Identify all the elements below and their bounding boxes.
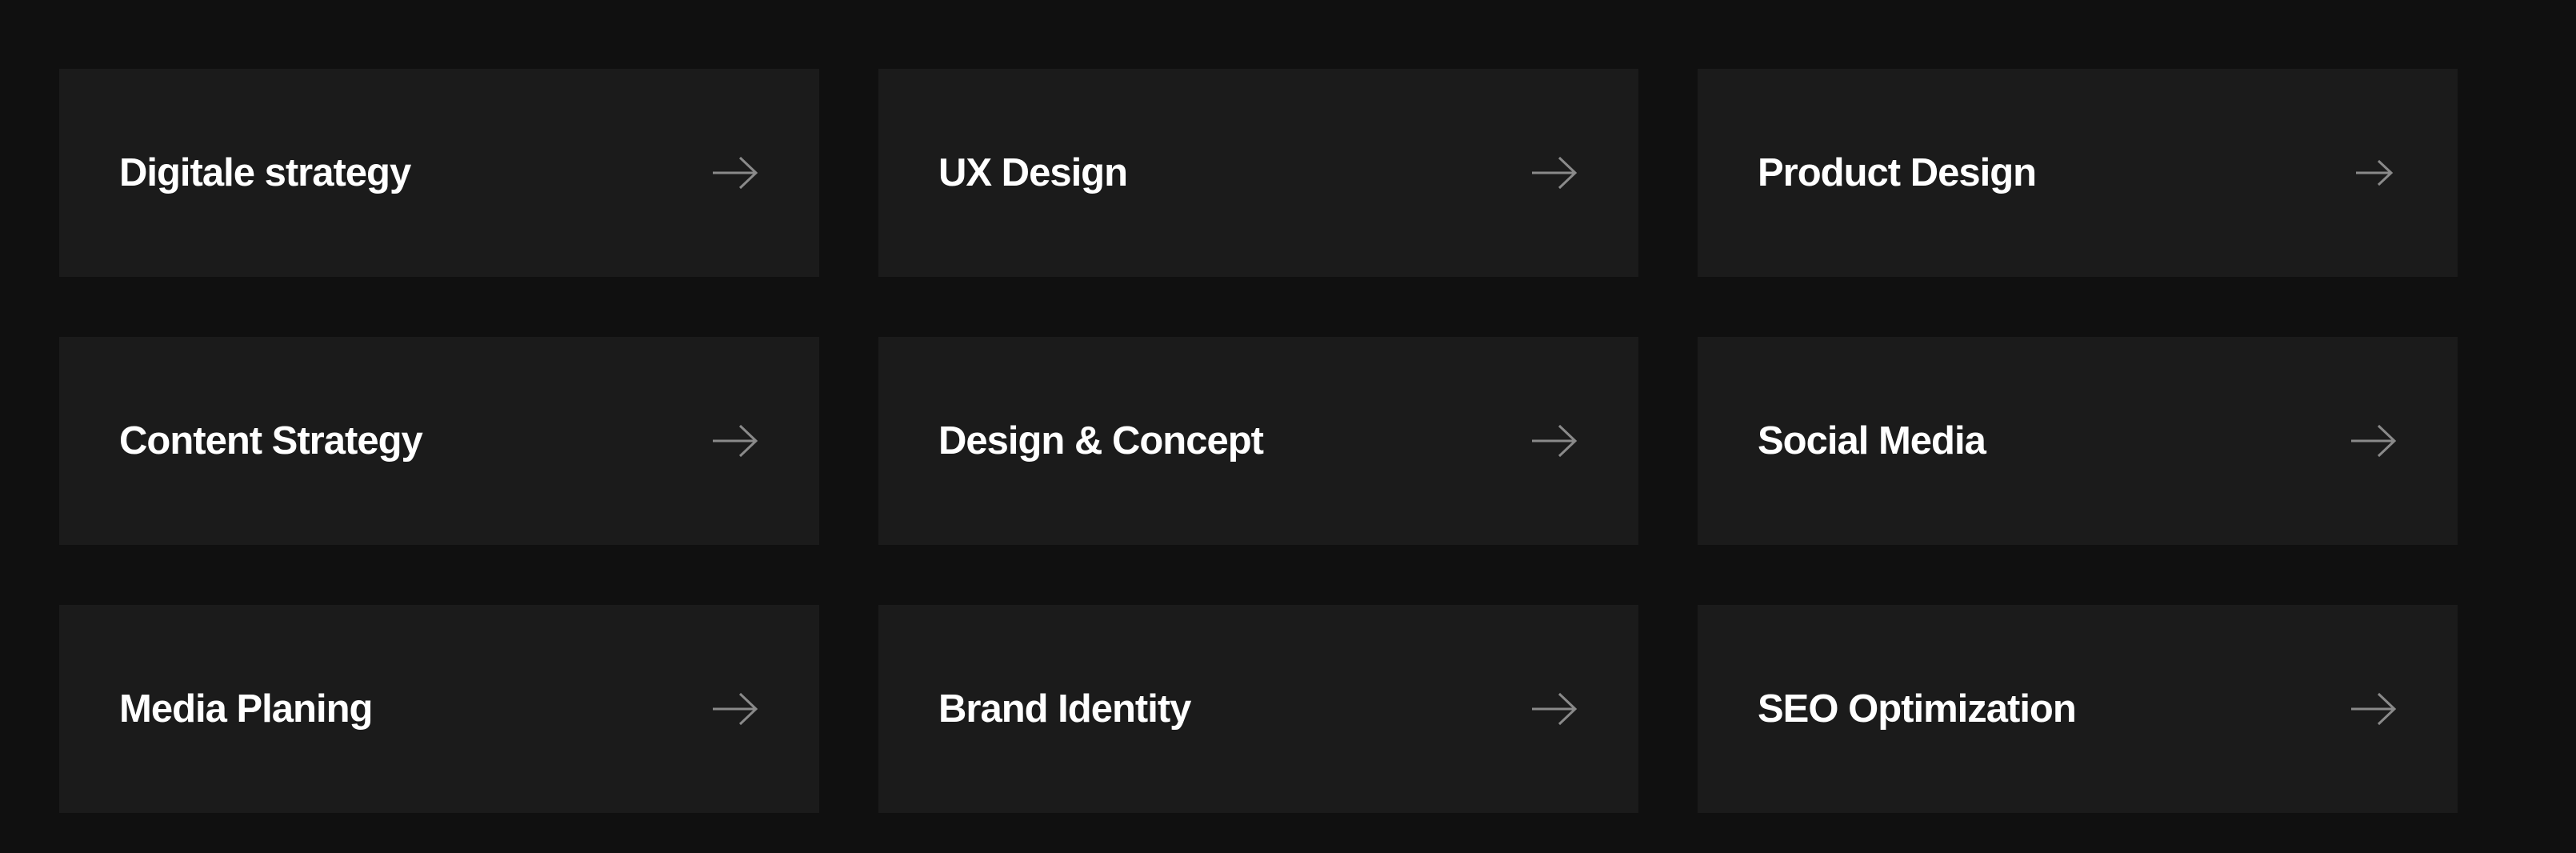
service-card-label: UX Design <box>938 151 1128 194</box>
service-card-label: Product Design <box>1758 151 2037 194</box>
service-card-label: Brand Identity <box>938 687 1191 731</box>
service-card-label: Design & Concept <box>938 419 1264 463</box>
service-card-ux-design[interactable]: UX Design <box>878 69 1638 277</box>
services-grid: Digitale strategy UX Design Product Desi… <box>59 69 2458 813</box>
arrow-right-icon <box>711 155 759 190</box>
service-card-content-strategy[interactable]: Content Strategy <box>59 337 819 545</box>
service-card-media-planing[interactable]: Media Planing <box>59 605 819 813</box>
service-card-product-design[interactable]: Product Design <box>1698 69 2458 277</box>
arrow-right-icon <box>2350 155 2398 190</box>
arrow-right-icon <box>2350 691 2398 727</box>
service-card-seo-optimization[interactable]: SEO Optimization <box>1698 605 2458 813</box>
service-card-label: SEO Optimization <box>1758 687 2077 731</box>
service-card-social-media[interactable]: Social Media <box>1698 337 2458 545</box>
arrow-right-icon <box>711 691 759 727</box>
service-card-digitale-strategy[interactable]: Digitale strategy <box>59 69 819 277</box>
service-card-design-concept[interactable]: Design & Concept <box>878 337 1638 545</box>
service-card-label: Media Planing <box>119 687 373 731</box>
arrow-right-icon <box>1530 691 1578 727</box>
service-card-label: Content Strategy <box>119 419 423 463</box>
service-card-label: Digitale strategy <box>119 151 411 194</box>
arrow-right-icon <box>711 423 759 459</box>
service-card-label: Social Media <box>1758 419 1986 463</box>
arrow-right-icon <box>1530 155 1578 190</box>
arrow-right-icon <box>1530 423 1578 459</box>
service-card-brand-identity[interactable]: Brand Identity <box>878 605 1638 813</box>
arrow-right-icon <box>2350 423 2398 459</box>
